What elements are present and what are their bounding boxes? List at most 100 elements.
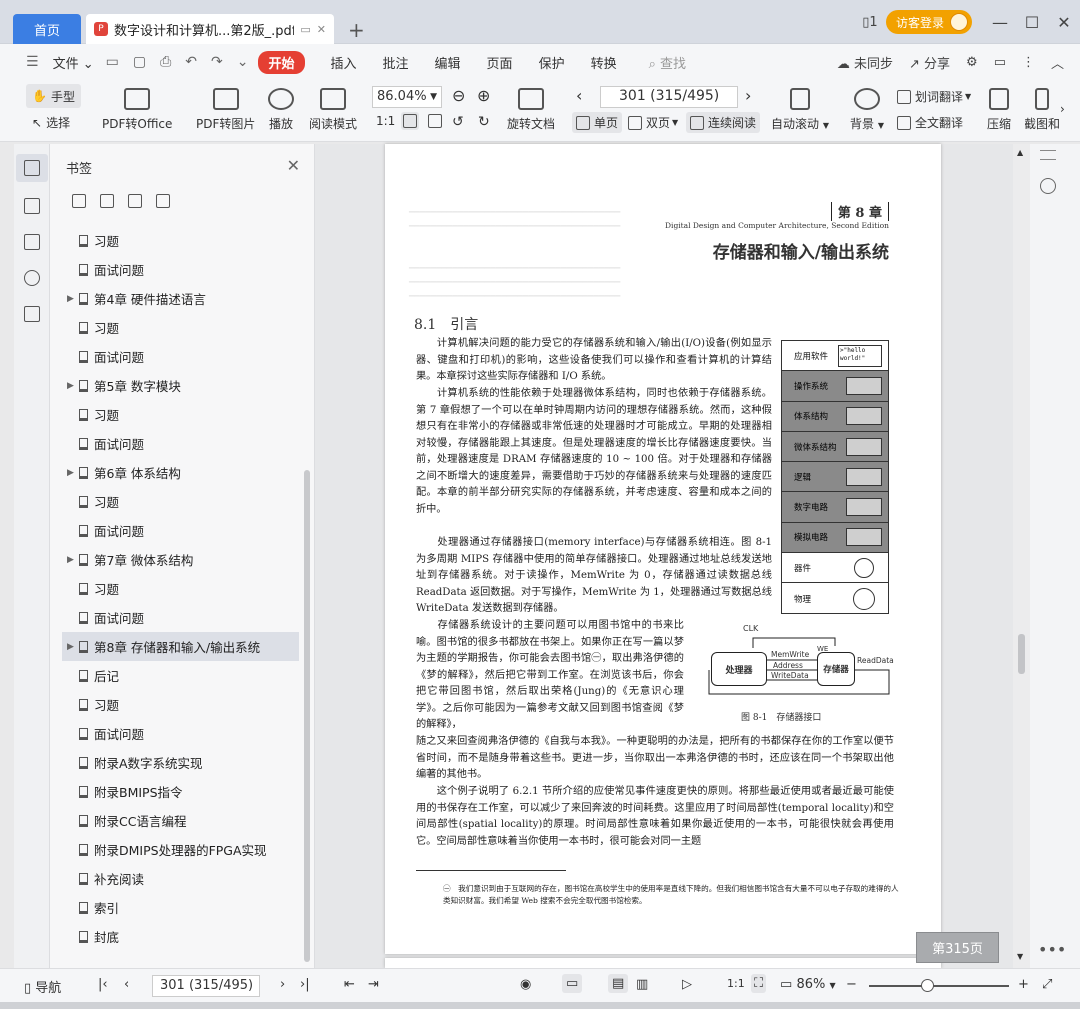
menu-edit[interactable]: 编辑 (435, 53, 461, 72)
bookmark-item[interactable]: 索引 (50, 893, 300, 922)
zoom-mode-button[interactable]: ▭ 86% ▼ (780, 977, 836, 992)
pdf-to-office-button[interactable]: PDF转Office (102, 88, 172, 132)
zoom-in-icon[interactable]: ⊕ (477, 86, 490, 105)
nav-toggle-button[interactable]: ▯ 导航 (24, 977, 61, 996)
bookmark-item-selected[interactable]: ▶ 第8章 存储器和输入/输出系统 (62, 632, 299, 661)
collapse-ribbon-icon[interactable]: ︿ (1051, 53, 1064, 72)
bookmark-item[interactable]: 面试问题 (50, 516, 300, 545)
forward-icon[interactable]: ⇥ (368, 977, 379, 992)
bookmark-item[interactable]: 习题 (50, 690, 300, 719)
menu-file[interactable]: 文件 ⌄ (53, 53, 94, 72)
bookmark-panel-button[interactable] (16, 154, 48, 182)
actual-size-icon[interactable]: 1:1 (727, 977, 745, 990)
attachment-panel-button[interactable] (16, 268, 48, 286)
bookmark-item[interactable]: ▶ 第4章 硬件描述语言 (50, 284, 300, 313)
save-icon[interactable]: ▢ (133, 54, 146, 70)
scroll-ribbon-right-icon[interactable]: › (1060, 102, 1065, 116)
document-scrollbar[interactable]: ▲ ▼ (1013, 144, 1030, 968)
bookmark-item[interactable]: 习题 (50, 487, 300, 516)
play-button[interactable]: 播放 (268, 88, 294, 132)
bookmark-item[interactable]: 面试问题 (50, 719, 300, 748)
bookmark-item[interactable]: 补充阅读 (50, 864, 300, 893)
pin-icon[interactable]: ▭ (300, 23, 310, 36)
select-tool-button[interactable]: ↖ 选择 (32, 114, 70, 131)
zoom-out-icon[interactable]: ⊖ (452, 86, 465, 105)
full-translate-button[interactable]: 全文翻译 (897, 114, 963, 131)
panel-menu-icon[interactable] (1040, 150, 1056, 160)
more-dropdown-icon[interactable]: ⌄ (237, 54, 249, 70)
auto-scroll-button[interactable]: 自动滚动 ▼ (771, 88, 829, 132)
page-number-input[interactable]: 301 (315/495) (600, 86, 738, 108)
signature-panel-button[interactable] (16, 304, 48, 322)
expand-arrow-icon[interactable]: ▶ (67, 555, 74, 565)
single-view-icon[interactable]: ▤ (608, 974, 629, 993)
hamburger-icon[interactable]: ☰ (26, 54, 39, 70)
last-page-icon[interactable]: ›| (300, 977, 310, 992)
actual-size-icon[interactable]: 1:1 (376, 114, 395, 128)
visitor-login-button[interactable]: 访客登录 (885, 10, 972, 34)
open-folder-icon[interactable]: ▭ (106, 54, 119, 70)
more-options-icon[interactable]: ••• (1038, 940, 1066, 959)
prev-page-icon[interactable]: ‹ (576, 86, 582, 105)
back-icon[interactable]: ⇤ (344, 977, 355, 992)
bookmark-item[interactable]: 面试问题 (50, 603, 300, 632)
bookmark-item[interactable]: 封底 (50, 922, 300, 951)
bookmark-item[interactable]: 附录DMIPS处理器的FPGA实现 (50, 835, 300, 864)
delete-bookmark-icon[interactable] (100, 194, 114, 208)
bookmark-item[interactable]: 附录BMIPS指令 (50, 777, 300, 806)
continuous-view-icon[interactable]: ▭ (562, 974, 583, 993)
close-tab-icon[interactable]: ✕ (317, 23, 326, 36)
eye-protection-icon[interactable]: ◉ (520, 977, 531, 992)
undo-icon[interactable]: ↶ (185, 54, 197, 70)
bookmark-item[interactable]: 面试问题 (50, 342, 300, 371)
minimize-button[interactable]: — (984, 13, 1016, 32)
bookmark-item[interactable]: 面试问题 (50, 255, 300, 284)
first-page-icon[interactable]: |‹ (98, 977, 108, 992)
bookmark-item[interactable]: 后记 (50, 661, 300, 690)
comment-panel-button[interactable] (16, 232, 48, 250)
scroll-down-icon[interactable]: ▼ (1017, 952, 1023, 961)
bookmark-item[interactable]: 附录A数字系统实现 (50, 748, 300, 777)
single-page-button[interactable]: 单页 (572, 112, 623, 133)
document-viewer[interactable]: ─────────────────────────────────────── ─… (315, 144, 1030, 968)
close-window-button[interactable]: ✕ (1048, 13, 1080, 32)
more-icon[interactable]: ⋮ (1022, 55, 1035, 70)
bookmark-item[interactable]: 习题 (50, 574, 300, 603)
comment-icon[interactable]: ▭ (994, 55, 1006, 70)
expand-arrow-icon[interactable]: ▶ (67, 642, 74, 652)
continuous-reading-button[interactable]: 连续阅读 (686, 112, 761, 133)
screenshot-button[interactable]: 截图和 (1025, 88, 1059, 132)
settings-icon[interactable]: ⚙ (966, 55, 978, 70)
scroll-thumb[interactable] (1018, 634, 1025, 674)
expand-arrow-icon[interactable]: ▶ (67, 381, 74, 391)
hand-tool-button[interactable]: ✋ 手型 (26, 84, 81, 108)
double-page-button[interactable]: 双页 ▼ (628, 114, 678, 131)
add-bookmark-icon[interactable] (72, 194, 86, 208)
close-icon[interactable]: ✕ (287, 156, 300, 175)
bookmark-item[interactable]: ▶ 第5章 数字模块 (50, 371, 300, 400)
rotate-document-button[interactable]: 旋转文档 (507, 88, 555, 132)
bookmark-item[interactable]: 面试问题 (50, 429, 300, 458)
prev-page-icon[interactable]: ‹ (124, 977, 129, 992)
redo-icon[interactable]: ↷ (211, 54, 223, 70)
next-page-icon[interactable]: › (280, 977, 285, 992)
print-icon[interactable]: ⎙ (160, 54, 171, 70)
double-view-icon[interactable]: ▥ (636, 977, 648, 992)
expand-arrow-icon[interactable]: ▶ (67, 294, 74, 304)
fit-width-icon[interactable] (428, 114, 446, 128)
share-button[interactable]: ↗ 分享 (909, 53, 950, 72)
menu-start[interactable]: 开始 (258, 50, 305, 74)
tab-document[interactable]: P 数字设计和计算机...第2版_.pdf ▭ ✕ (86, 14, 334, 44)
bookmark-item[interactable]: 附录CC语言编程 (50, 806, 300, 835)
menu-protect[interactable]: 保护 (539, 53, 565, 72)
thumbnail-panel-button[interactable] (16, 196, 48, 214)
zoom-out-button[interactable]: − (846, 977, 857, 992)
bookmark-scrollbar[interactable] (304, 470, 310, 962)
fit-page-icon[interactable] (401, 112, 419, 130)
bookmark-options-icon[interactable] (156, 194, 170, 208)
zoom-slider-knob[interactable] (921, 979, 934, 992)
next-page-icon[interactable]: › (745, 86, 751, 105)
bookmark-item[interactable]: ▶ 第6章 体系结构 (50, 458, 300, 487)
zoom-in-button[interactable]: + (1018, 977, 1029, 992)
window-layout-icon[interactable]: ▯1 (854, 15, 886, 30)
